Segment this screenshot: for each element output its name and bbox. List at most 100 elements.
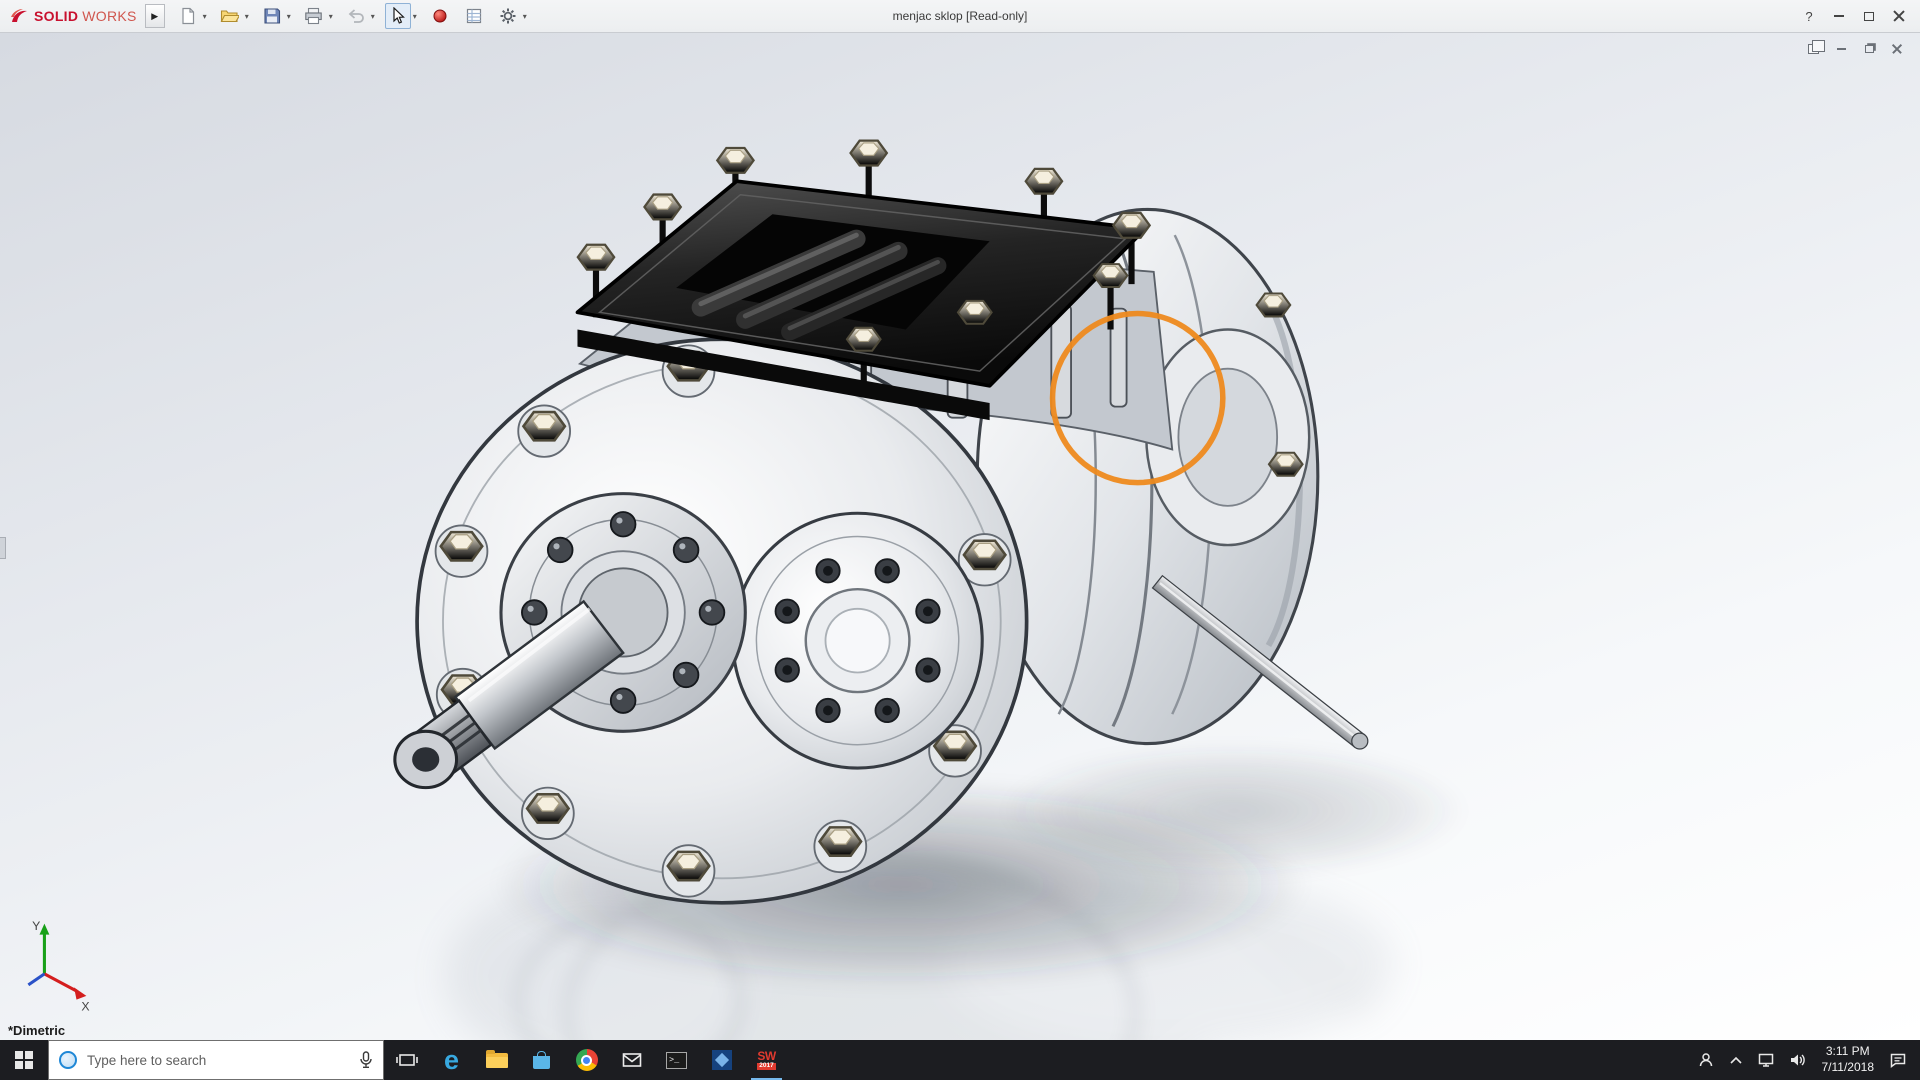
solidworks-logo: SOLIDWORKS (6, 7, 145, 25)
brand-solid: SOLID (34, 8, 78, 24)
mail-icon (622, 1052, 642, 1068)
file-explorer-icon (486, 1053, 508, 1068)
people-icon (1697, 1051, 1715, 1069)
windows-taskbar: e >_ SW 2017 (0, 1040, 1920, 1080)
solidworks-app-icon: SW 2017 (757, 1050, 775, 1071)
svg-text:Y: Y (32, 919, 40, 933)
new-document-icon (179, 7, 197, 25)
command-prompt-icon: >_ (666, 1052, 687, 1069)
print-caret[interactable]: ▾ (327, 12, 335, 21)
window-controls: ? (1794, 3, 1914, 29)
microphone-icon[interactable] (359, 1051, 373, 1069)
cortana-icon[interactable] (59, 1051, 77, 1069)
search-input[interactable] (87, 1053, 349, 1068)
close-button[interactable] (1884, 3, 1914, 29)
mail-button[interactable] (609, 1040, 654, 1080)
solidworks-window: SOLIDWORKS ▶ ▾ ▾ (0, 0, 1920, 1080)
chrome-icon (576, 1049, 598, 1071)
housing-bolt[interactable] (1269, 453, 1303, 476)
new-document-button[interactable] (175, 3, 201, 29)
doc-close-icon (1892, 44, 1902, 54)
housing-bolt[interactable] (1257, 294, 1291, 317)
flyout-arrow-icon: ▶ (151, 11, 158, 22)
command-prompt-button[interactable]: >_ (654, 1040, 699, 1080)
doc-close-button[interactable] (1888, 41, 1906, 57)
svg-text:X: X (81, 1000, 89, 1014)
volume-button[interactable] (1782, 1040, 1814, 1080)
gear-icon (499, 7, 517, 25)
windows-logo-icon (15, 1051, 33, 1069)
save-button[interactable] (259, 3, 285, 29)
hidden-icons-button[interactable] (1722, 1040, 1750, 1080)
file-explorer-button[interactable] (474, 1040, 519, 1080)
save-icon (263, 7, 281, 25)
sheet-icon (465, 7, 483, 25)
undo-button[interactable] (343, 3, 369, 29)
open-document-caret[interactable]: ▾ (243, 12, 251, 21)
open-document-button[interactable] (217, 3, 243, 29)
clock-date: 7/11/2018 (1822, 1060, 1875, 1076)
select-cursor-icon (390, 7, 406, 25)
orientation-triad: X Y (28, 919, 89, 1014)
chrome-button[interactable] (564, 1040, 609, 1080)
volume-icon (1789, 1052, 1807, 1068)
close-icon (1893, 10, 1905, 22)
title-bar: SOLIDWORKS ▶ ▾ ▾ (0, 0, 1920, 33)
gearbox-3d-model[interactable]: X Y (0, 33, 1920, 1040)
network-button[interactable] (1750, 1040, 1782, 1080)
document-window-controls (1804, 41, 1906, 57)
undo-icon (347, 7, 365, 25)
doc-minimize-icon (1837, 48, 1846, 50)
solidworks-taskbar-button[interactable]: SW 2017 (744, 1040, 789, 1080)
system-tray: 3:11 PM 7/11/2018 (1690, 1040, 1920, 1080)
undo-caret[interactable]: ▾ (369, 12, 377, 21)
orientation-label: *Dimetric (8, 1023, 65, 1038)
minimize-icon (1834, 15, 1844, 17)
brand-works: WORKS (82, 8, 136, 24)
options-caret[interactable]: ▾ (521, 12, 529, 21)
taskbar-search[interactable] (48, 1040, 384, 1080)
toolbar-flyout-button[interactable]: ▶ (145, 4, 165, 28)
doc-minimize-button[interactable] (1832, 41, 1850, 57)
panel-splitter-handle[interactable] (0, 537, 6, 559)
main-toolbar: ▾ ▾ ▾ (175, 3, 535, 29)
minimize-button[interactable] (1824, 3, 1854, 29)
taskbar-clock[interactable]: 3:11 PM 7/11/2018 (1814, 1044, 1883, 1075)
help-button[interactable]: ? (1794, 3, 1824, 29)
doc-restore-icon (1865, 45, 1874, 53)
options-button[interactable] (495, 3, 521, 29)
edge-button[interactable]: e (429, 1040, 474, 1080)
task-view-button[interactable] (384, 1040, 429, 1080)
store-button[interactable] (519, 1040, 564, 1080)
document-title: menjac sklop [Read-only] (893, 9, 1028, 23)
print-icon (304, 7, 323, 25)
action-center-button[interactable] (1882, 1040, 1914, 1080)
help-label: ? (1805, 9, 1812, 24)
graphics-viewport[interactable]: X Y *Dimetric (0, 33, 1920, 1040)
clock-time: 3:11 PM (1822, 1044, 1875, 1060)
appearance-button[interactable] (427, 3, 453, 29)
secondary-flange[interactable] (733, 513, 982, 768)
save-caret[interactable]: ▾ (285, 12, 293, 21)
solidworks-logo-icon (10, 7, 30, 25)
red-sphere-icon (432, 8, 448, 24)
task-view-icon (396, 1050, 418, 1070)
action-center-icon (1889, 1052, 1907, 1068)
photos-icon (712, 1050, 732, 1070)
select-tool-button[interactable] (385, 3, 411, 29)
chevron-up-icon (1729, 1055, 1743, 1065)
edge-icon: e (444, 1047, 459, 1074)
print-button[interactable] (301, 3, 327, 29)
people-button[interactable] (1690, 1040, 1722, 1080)
doc-pages-button[interactable] (1804, 41, 1822, 57)
sheet-properties-button[interactable] (461, 3, 487, 29)
new-document-caret[interactable]: ▾ (201, 12, 209, 21)
select-tool-caret[interactable]: ▾ (411, 12, 419, 21)
doc-restore-button[interactable] (1860, 41, 1878, 57)
maximize-icon (1864, 12, 1874, 21)
start-button[interactable] (0, 1040, 48, 1080)
network-icon (1757, 1052, 1775, 1068)
maximize-button[interactable] (1854, 3, 1884, 29)
photos-button[interactable] (699, 1040, 744, 1080)
store-icon (533, 1056, 550, 1069)
